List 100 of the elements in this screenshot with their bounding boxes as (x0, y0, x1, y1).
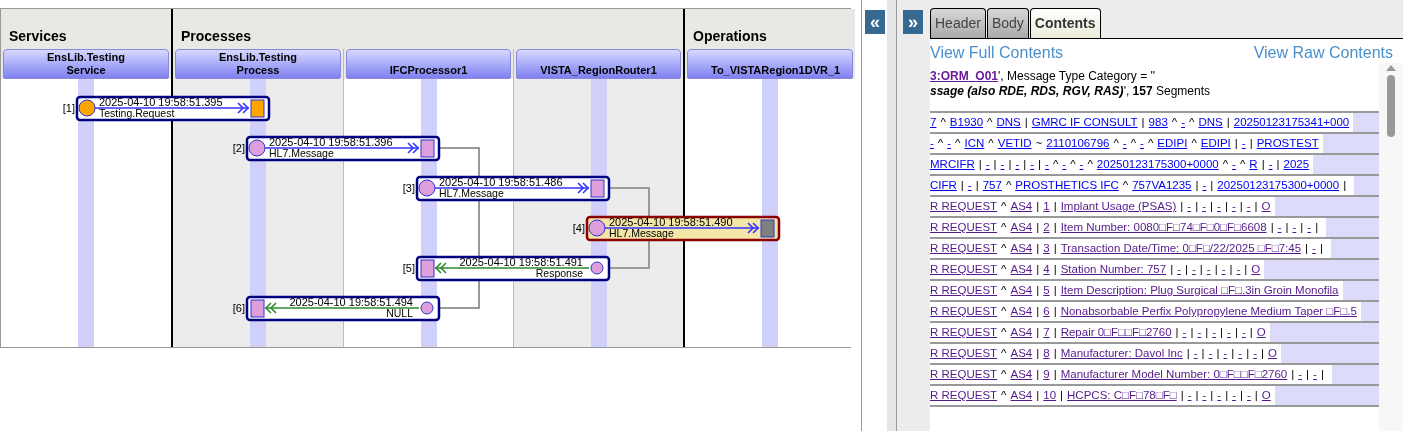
segment-field-link[interactable]: 20250123175341+000 (1233, 113, 1350, 132)
segment-field-link[interactable]: - (1202, 176, 1207, 195)
segment-field-link[interactable]: 757VA1235 (1132, 176, 1192, 195)
segment-field-link[interactable]: Manufacturer Model Number: 0□F□□F□2760 (1060, 365, 1288, 384)
segment-field-link[interactable]: 757 (982, 176, 1002, 195)
segment-field-link[interactable]: - (947, 134, 952, 153)
segment-field-link[interactable]: - (1182, 323, 1187, 342)
segment-field-link[interactable]: - (1277, 218, 1282, 237)
segment-field-link[interactable]: Repair 0□F□□F□2760 (1060, 323, 1172, 342)
segment-field-link[interactable]: Item Number: 0080□F□74□F□0□F□6608 (1060, 218, 1267, 237)
segment-field-link[interactable]: 9 (1043, 365, 1050, 384)
segment-field-link[interactable]: 7 (1043, 323, 1050, 342)
scrollbar[interactable] (1379, 63, 1403, 431)
segment-field-link[interactable]: 20250123175300+0000 (1096, 155, 1219, 174)
segment-field-link[interactable]: - (1236, 260, 1241, 279)
segment-field-link[interactable]: AS4 (1010, 239, 1033, 258)
segment-field-link[interactable]: HCPCS: C□F□78□F□ (1067, 386, 1177, 405)
segment-field-link[interactable]: - (1208, 344, 1213, 363)
segment-field-link[interactable]: AS4 (1010, 260, 1033, 279)
segment-field-link[interactable]: Station Number: 757 (1060, 260, 1167, 279)
segment-field-link[interactable]: - (1212, 323, 1217, 342)
segment-field-link[interactable]: DNS (1198, 113, 1223, 132)
segment-field-link[interactable]: PROSTHETICS IFC (1015, 176, 1119, 195)
segment-field-link[interactable]: EDIPI (1200, 134, 1231, 153)
segment-field-link[interactable]: - (1202, 197, 1207, 216)
segment-field-link[interactable]: - (1177, 260, 1181, 279)
segment-field-link[interactable]: - (1241, 134, 1246, 153)
segment-field-link[interactable]: 1 (1043, 197, 1050, 216)
segment-field-link[interactable]: - (1193, 344, 1198, 363)
segment-field-link[interactable]: 2025 (1283, 155, 1310, 174)
segment-field-link[interactable]: AS4 (1010, 197, 1033, 216)
segment-field-link[interactable]: R REQUEST (930, 323, 998, 342)
segment-field-link[interactable]: 5 (1043, 281, 1050, 300)
segment-field-link[interactable]: - (1030, 155, 1035, 174)
segment-field-link[interactable]: PROSTEST (1256, 134, 1319, 153)
segment-field-link[interactable]: 8 (1043, 344, 1050, 363)
segment-field-link[interactable]: - (1231, 197, 1236, 216)
segment-field-link[interactable]: AS4 (1010, 344, 1033, 363)
segment-field-link[interactable]: - (1079, 155, 1084, 174)
segment-field-link[interactable]: - (1045, 155, 1049, 174)
segment-field-link[interactable]: - (1192, 260, 1196, 279)
collapse-button[interactable]: « (865, 10, 885, 34)
segment-field-link[interactable]: - (1253, 344, 1257, 363)
segment-field-link[interactable]: - (1217, 386, 1222, 405)
segment-field-link[interactable]: - (1202, 386, 1207, 405)
segment-field-link[interactable]: - (1223, 344, 1228, 363)
segment-field-link[interactable]: O (1256, 323, 1266, 342)
segment-field-link[interactable]: - (1246, 197, 1251, 216)
segment-field-link[interactable]: Item Description: Plug Surgical □F□.3in Groin Monofila (1060, 281, 1339, 300)
segment-field-link[interactable]: AS4 (1010, 323, 1033, 342)
segment-field-link[interactable]: O (1261, 197, 1271, 216)
lane-header[interactable]: IFCProcessor1 (346, 49, 511, 79)
segment-field-link[interactable]: - (1232, 155, 1236, 174)
segment-field-link[interactable]: - (1187, 386, 1192, 405)
segment-field-link[interactable]: 2 (1043, 218, 1050, 237)
segment-field-link[interactable]: - (1221, 260, 1226, 279)
segment-field-link[interactable]: 20250123175300+0000 (1217, 176, 1340, 195)
segment-field-link[interactable]: - (1247, 386, 1251, 405)
view-raw-contents-link[interactable]: View Raw Contents (1253, 41, 1393, 63)
segment-field-link[interactable]: - (1292, 218, 1297, 237)
segment-field-link[interactable]: 4 (1043, 260, 1050, 279)
segment-field-link[interactable]: 983 (1148, 113, 1168, 132)
segment-field-link[interactable]: VETID (997, 134, 1032, 153)
segment-field-link[interactable]: GMRC IF CONSULT (1031, 113, 1138, 132)
segment-field-link[interactable]: - (1268, 155, 1273, 174)
segment-field-link[interactable]: - (1312, 239, 1316, 258)
segment-field-link[interactable]: R REQUEST (930, 197, 998, 216)
segment-field-link[interactable]: R REQUEST (930, 239, 998, 258)
segment-field-link[interactable]: O (1267, 344, 1277, 363)
segment-field-link[interactable]: O (1261, 386, 1271, 405)
segment-field-link[interactable]: - (1015, 155, 1020, 174)
segment-field-link[interactable]: - (1307, 218, 1312, 237)
segment-field-link[interactable]: - (1298, 365, 1303, 384)
view-full-contents-link[interactable]: View Full Contents (930, 41, 1064, 63)
segment-field-link[interactable]: ICN (964, 134, 985, 153)
segment-field-link[interactable]: - (1062, 155, 1067, 174)
segment-field-link[interactable]: - (930, 134, 934, 153)
segment-field-link[interactable]: R REQUEST (930, 302, 998, 321)
tab[interactable]: Body (986, 8, 1029, 38)
segment-field-link[interactable]: R REQUEST (930, 260, 998, 279)
segment-field-link[interactable]: AS4 (1010, 365, 1033, 384)
segment-field-link[interactable]: - (985, 155, 990, 174)
segment-field-link[interactable]: - (967, 176, 972, 195)
scrollbar-thumb[interactable] (1387, 75, 1395, 137)
segment-field-link[interactable]: 6 (1043, 302, 1050, 321)
lane-header[interactable]: To_VISTARegion1DVR_1 (687, 49, 853, 79)
segment-field-link[interactable]: 2110106796 (1046, 134, 1110, 153)
segment-field-link[interactable]: - (1241, 323, 1246, 342)
message-type-link[interactable]: 3:ORM_O01 (930, 69, 999, 84)
segment-field-link[interactable]: - (1217, 197, 1221, 216)
lane-header[interactable]: EnsLib.Testing Process (175, 49, 341, 79)
segment-field-link[interactable]: - (1187, 197, 1192, 216)
segment-field-link[interactable]: 3 (1043, 239, 1050, 258)
expand-button[interactable]: » (903, 10, 923, 34)
segment-field-link[interactable]: AS4 (1010, 386, 1033, 405)
segment-field-link[interactable]: MRCIFR (930, 155, 975, 174)
segment-field-link[interactable]: - (1206, 260, 1211, 279)
segment-field-link[interactable]: R REQUEST (930, 281, 998, 300)
segment-field-link[interactable]: - (1000, 155, 1005, 174)
scroll-up-icon[interactable] (1386, 65, 1396, 71)
